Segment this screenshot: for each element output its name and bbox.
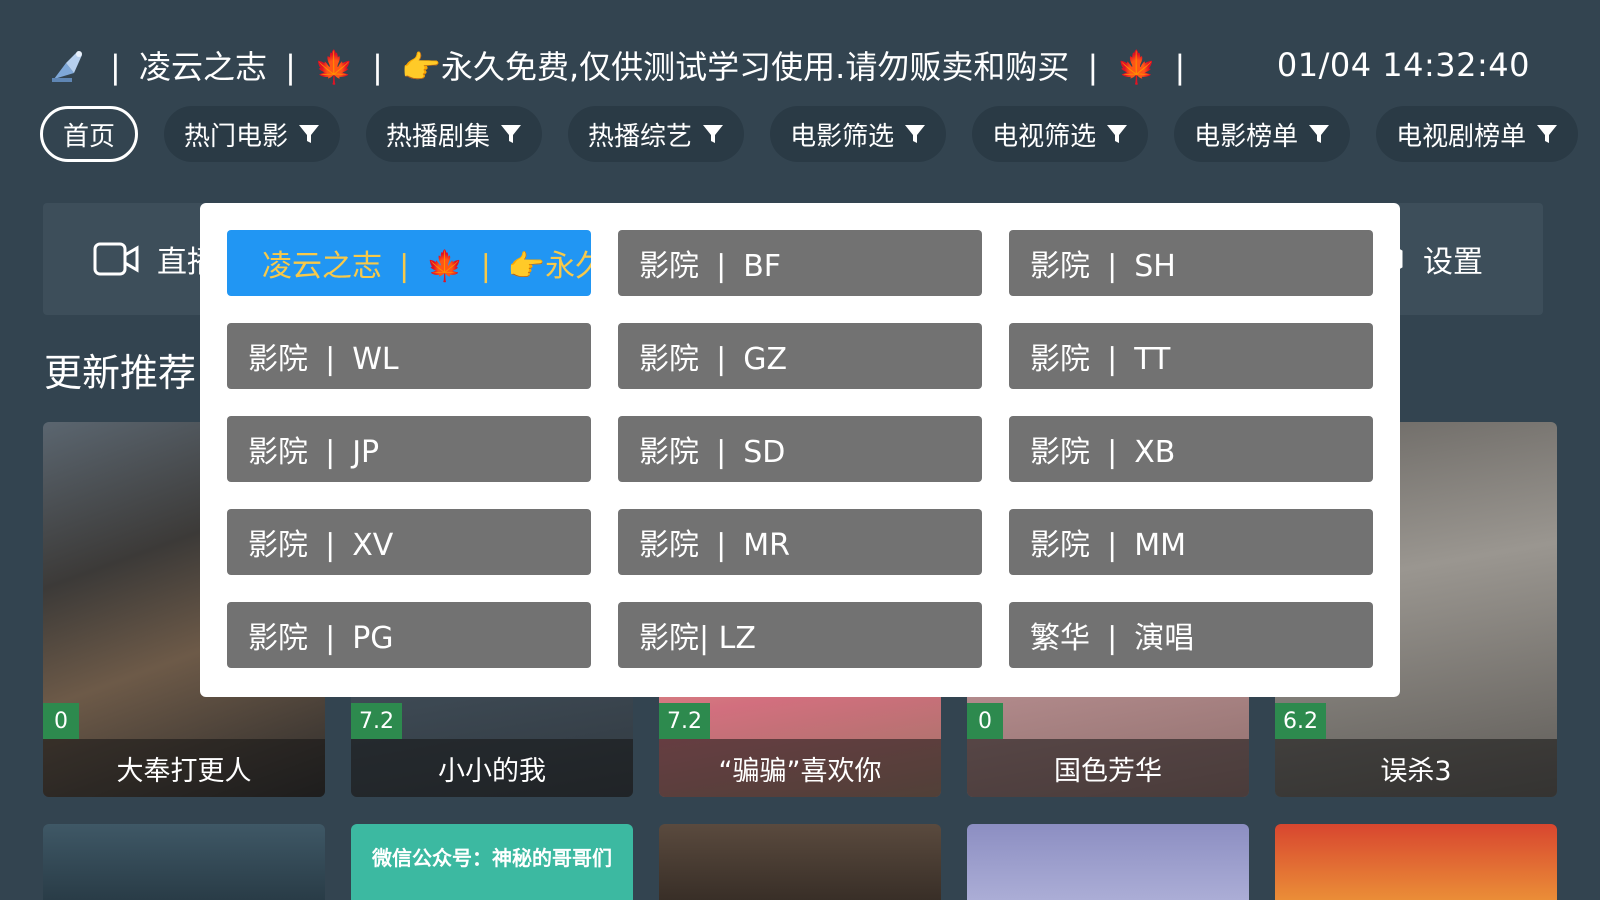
source-option[interactable]: 影院 ❘ MM — [1009, 509, 1373, 575]
poster-title: 小小的我 — [351, 739, 633, 797]
score-badge: 6.2 — [1275, 703, 1326, 739]
poster-card[interactable]: 微信公众号：神秘的哥哥们 — [351, 824, 633, 900]
tab-label: 电影筛选 — [790, 121, 895, 152]
poster-card[interactable] — [1275, 824, 1557, 900]
source-option[interactable]: 影院 ❘ GZ — [618, 323, 982, 389]
source-option[interactable]: 影院 ❘ PG — [227, 602, 591, 668]
tab-hot-movies[interactable]: 热门电影 — [164, 106, 341, 162]
tab-home[interactable]: 首页 — [40, 106, 139, 162]
wechat-promo-text: 微信公众号：神秘的哥哥们 — [372, 846, 612, 870]
video-camera-icon — [93, 242, 139, 276]
score-badge: 7.2 — [659, 703, 710, 739]
score-badge: 0 — [43, 703, 79, 739]
satellite-icon — [52, 51, 82, 82]
source-option[interactable]: 影院 ❘ SH — [1009, 230, 1373, 296]
source-option[interactable]: 影院 ❘ BF — [618, 230, 982, 296]
clock: 01/04 14:32:40 — [1276, 46, 1530, 84]
tab-label: 热播剧集 — [386, 121, 491, 152]
poster-title: 国色芳华 — [967, 739, 1249, 797]
source-option[interactable]: 影院 ❘ MR — [618, 509, 982, 575]
tab-hot-series[interactable]: 热播剧集 — [366, 106, 543, 162]
source-grid: 凌云之志 ❘ 🍁 ❘ 👉永久 影院 ❘ BF 影院 ❘ SH 影院 ❘ WL 影… — [227, 230, 1373, 668]
notice-marquee: ❘ 凌云之志 ❘ 🍁 ❘ 👉永久免费,仅供测试学习使用.请勿贩卖和购买 ❘ 🍁 … — [48, 42, 1193, 88]
tab-label: 电视剧榜单 — [1396, 121, 1527, 152]
funnel-icon — [1537, 125, 1558, 143]
source-option[interactable]: 影院 ❘ WL — [227, 323, 591, 389]
tab-label: 热播综艺 — [588, 121, 693, 152]
tab-tv-filter[interactable]: 电视筛选 — [972, 106, 1149, 162]
tab-label: 首页 — [63, 121, 116, 152]
source-option[interactable]: 影院 ❘ SD — [618, 416, 982, 482]
funnel-icon — [1309, 125, 1330, 143]
source-option[interactable]: 影院 ❘ JP — [227, 416, 591, 482]
section-title: 更新推荐 — [44, 351, 197, 395]
source-option[interactable]: 影院| LZ — [618, 602, 982, 668]
source-option[interactable]: 繁华 ❘ 演唱 — [1009, 602, 1373, 668]
top-status-bar: ❘ 凌云之志 ❘ 🍁 ❘ 👉永久免费,仅供测试学习使用.请勿贩卖和购买 ❘ 🍁 … — [48, 40, 1530, 90]
funnel-icon — [1107, 125, 1128, 143]
score-badge: 0 — [967, 703, 1003, 739]
tab-movie-filter[interactable]: 电影筛选 — [770, 106, 947, 162]
tab-label: 电视筛选 — [992, 121, 1097, 152]
tab-label: 电影榜单 — [1194, 121, 1299, 152]
poster-title: “骗骗”喜欢你 — [659, 739, 941, 797]
score-badge: 7.2 — [351, 703, 402, 739]
tab-hot-variety[interactable]: 热播综艺 — [568, 106, 745, 162]
live-button[interactable]: 直播 — [93, 203, 217, 315]
source-option[interactable]: 影院 ❘ XB — [1009, 416, 1373, 482]
source-selector-dialog: 凌云之志 ❘ 🍁 ❘ 👉永久 影院 ❘ BF 影院 ❘ SH 影院 ❘ WL 影… — [200, 203, 1400, 697]
funnel-icon — [703, 125, 724, 143]
funnel-icon — [501, 125, 522, 143]
marquee-text: ❘ 凌云之志 ❘ 🍁 ❘ 👉永久免费,仅供测试学习使用.请勿贩卖和购买 ❘ 🍁 … — [102, 48, 1194, 86]
tab-tv-ranking[interactable]: 电视剧榜单 — [1376, 106, 1579, 162]
source-option[interactable]: 凌云之志 ❘ 🍁 ❘ 👉永久 — [227, 230, 591, 296]
poster-card[interactable] — [967, 824, 1249, 900]
poster-title: 误杀3 — [1275, 739, 1557, 797]
poster-card[interactable] — [43, 824, 325, 900]
poster-card[interactable] — [659, 824, 941, 900]
source-option[interactable]: 影院 ❘ XV — [227, 509, 591, 575]
source-option[interactable]: 影院 ❘ TT — [1009, 323, 1373, 389]
poster-title: 大奉打更人 — [43, 739, 325, 797]
settings-label: 设置 — [1423, 245, 1483, 280]
category-tabs: 首页 热门电影 热播剧集 热播综艺 电影筛选 电视筛选 电影榜单 电视剧榜单 — [40, 106, 1579, 162]
funnel-icon — [905, 125, 926, 143]
funnel-icon — [299, 125, 320, 143]
tab-label: 热门电影 — [184, 121, 289, 152]
tab-movie-ranking[interactable]: 电影榜单 — [1174, 106, 1351, 162]
